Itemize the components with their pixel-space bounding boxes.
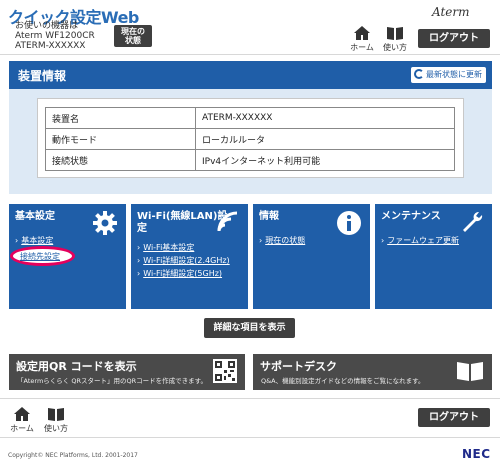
banner-title: 設定用QR コードを表示 [16,360,137,373]
footer-usage-link[interactable]: 使い方 [40,406,72,434]
copyright-divider [0,437,500,438]
refresh-button[interactable]: 最新状態に更新 [411,67,486,83]
refresh-icon [414,69,424,79]
usage-link[interactable]: 使い方 [379,25,411,53]
tile-title: 情報 [259,211,279,222]
wifi-icon [216,210,240,238]
banner-desc: 「Atermらくらく QRスタート」用のQRコードを作成できます。 [17,377,207,385]
refresh-label: 最新状態に更新 [426,70,482,79]
home-label: ホーム [350,43,374,52]
maintenance-links: ファームウェア更新 [381,234,459,247]
footer-home-link[interactable]: ホーム [6,406,38,434]
book-icon [456,359,484,387]
book-icon [48,408,64,421]
table-row: 接続状態 IPv4インターネット利用可能 [45,149,455,171]
device-info-panel-header: 装置情報 最新状態に更新 [9,61,492,89]
wifi-links: Wi-Fi基本設定 Wi-Fi詳細設定(2.4GHz) Wi-Fi詳細設定(5G… [137,241,230,280]
home-label: ホーム [10,424,34,433]
quick-setting-web-page: クイック設定Web お使いの機器は Aterm WF1200CR ATERM-X… [0,0,500,473]
footer-logout-button[interactable]: ログアウト [418,408,490,427]
link-current-status[interactable]: 現在の状態 [259,234,305,247]
tile-title-line1: Wi-Fi(無線LAN)設 [137,211,228,222]
home-icon [354,26,370,40]
basic-settings-links: 基本設定 [15,234,53,247]
panel-title: 装置情報 [18,69,67,83]
row-key: 動作モード [45,128,196,150]
current-status-label-1: 現在の [121,27,145,36]
device-model: Aterm WF1200CR [15,31,95,41]
qr-code-banner[interactable]: 設定用QR コードを表示 「Atermらくらく QRスタート」用のQRコードを作… [9,354,245,390]
row-key: 接続状態 [45,149,196,171]
show-detail-button[interactable]: 詳細な項目を表示 [204,318,295,338]
link-wifi-5ghz[interactable]: Wi-Fi詳細設定(5GHz) [137,267,230,280]
link-current-status-label: 現在の状態 [265,236,306,245]
aterm-logo: Aterm [432,5,470,19]
footer-divider [0,398,500,399]
device-name: ATERM-XXXXXX [15,41,86,51]
nec-logo: NEC [462,447,491,461]
link-wifi-basic[interactable]: Wi-Fi基本設定 [137,241,230,254]
current-status-label-2: 状態 [125,36,141,45]
link-connection-settings[interactable]: 接続先設定 [20,251,60,262]
home-link[interactable]: ホーム [346,25,378,53]
device-info-line: お使いの機器は [15,21,79,31]
book-icon [387,27,403,40]
home-icon [14,407,30,421]
info-icon [336,210,362,240]
tile-title-line2: 定 [137,223,147,234]
table-row: 装置名 ATERM-XXXXXX [45,107,455,129]
link-wifi-basic-label: Wi-Fi基本設定 [143,243,195,252]
support-desk-banner[interactable]: サポートデスク Q&A、機能別設定ガイドなどの情報をご覧になれます。 [253,354,492,390]
usage-label: 使い方 [44,424,68,433]
logout-button[interactable]: ログアウト [418,29,490,48]
gear-icon [92,210,118,240]
link-firmware-update[interactable]: ファームウェア更新 [381,234,459,247]
tile-title: メンテナンス [381,211,441,222]
link-basic-settings-label: 基本設定 [21,236,54,245]
banner-desc: Q&A、機能別設定ガイドなどの情報をご覧になれます。 [261,377,425,385]
row-value: ローカルルータ [195,128,455,150]
usage-label: 使い方 [383,43,407,52]
link-firmware-update-label: ファームウェア更新 [387,236,459,245]
info-links: 現在の状態 [259,234,305,247]
maintenance-tile[interactable]: メンテナンス ファームウェア更新 [375,204,492,309]
table-row: 動作モード ローカルルータ [45,128,455,150]
link-wifi-24ghz-label: Wi-Fi詳細設定(2.4GHz) [143,256,230,265]
row-value: ATERM-XXXXXX [195,107,455,129]
header-divider [0,54,500,55]
link-wifi-24ghz[interactable]: Wi-Fi詳細設定(2.4GHz) [137,254,230,267]
current-status-button[interactable]: 現在の 状態 [114,25,152,47]
info-tile[interactable]: 情報 現在の状態 [253,204,370,309]
tile-title: Wi-Fi(無線LAN)設 定 [137,211,228,235]
banner-title: サポートデスク [260,360,337,373]
device-info: お使いの機器は Aterm WF1200CR ATERM-XXXXXX [15,21,95,51]
qr-code-icon [213,359,237,387]
tile-title: 基本設定 [15,211,55,222]
row-key: 装置名 [45,107,196,129]
copyright-text: Copyright© NEC Platforms, Ltd. 2001-2017 [8,452,138,459]
device-info-table: 装置名 ATERM-XXXXXX 動作モード ローカルルータ 接続状態 IPv4… [45,107,455,171]
wrench-icon [460,210,484,238]
row-value: IPv4インターネット利用可能 [195,149,455,171]
link-wifi-5ghz-label: Wi-Fi詳細設定(5GHz) [143,269,223,278]
wifi-settings-tile[interactable]: Wi-Fi(無線LAN)設 定 Wi-Fi基本設定 Wi-Fi詳細設定(2.4G… [131,204,248,309]
link-basic-settings[interactable]: 基本設定 [15,234,53,247]
